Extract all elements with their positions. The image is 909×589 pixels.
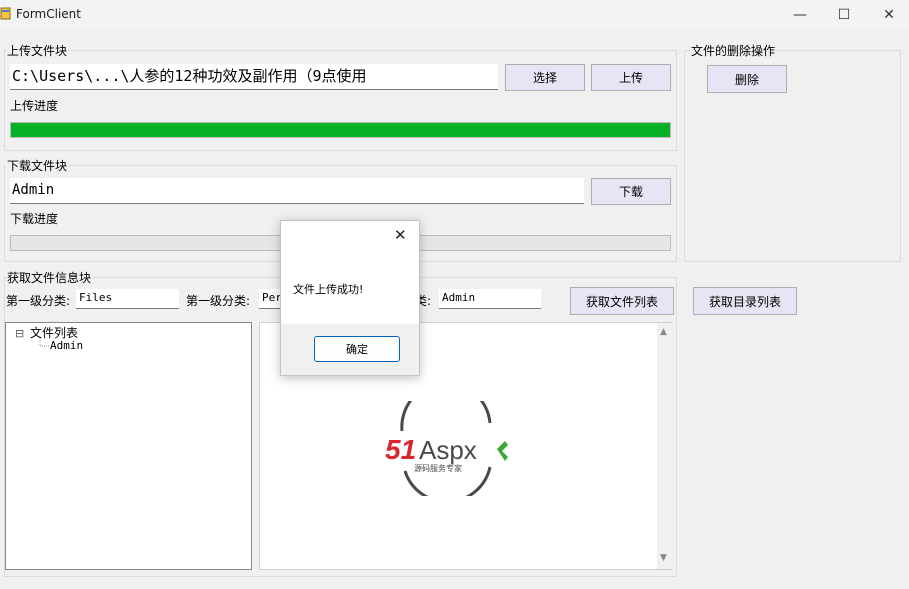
level3-input[interactable]: Admin xyxy=(439,289,541,309)
file-tree[interactable]: ⊟ 文件列表 Admin xyxy=(5,322,252,570)
level1-label: 第一级分类: xyxy=(6,294,71,308)
window-title: FormClient xyxy=(16,7,81,21)
download-file-input[interactable]: Admin xyxy=(10,178,584,204)
title-bar: FormClient — ☐ ✕ xyxy=(0,0,909,30)
maximize-button[interactable]: ☐ xyxy=(821,0,867,30)
delete-group-label: 文件的删除操作 xyxy=(690,42,777,59)
dialog-footer: 确定 xyxy=(281,324,419,375)
download-group-label: 下载文件块 xyxy=(6,157,69,174)
level1-input[interactable]: Files xyxy=(76,289,179,309)
upload-group-label: 上传文件块 xyxy=(6,42,69,59)
upload-path-input[interactable]: C:\Users\...\人参的12种功效及副作用（9点使用 xyxy=(10,64,498,90)
select-file-button[interactable]: 选择 xyxy=(505,64,585,91)
message-dialog: ✕ 文件上传成功! 确定 xyxy=(280,220,420,376)
logo-text-aspx: Aspx xyxy=(419,435,477,465)
delete-button[interactable]: 删除 xyxy=(707,65,787,93)
dialog-close-icon[interactable]: ✕ xyxy=(394,226,407,244)
logo-subtitle: 源码服务专家 xyxy=(414,463,462,473)
dialog-titlebar: ✕ xyxy=(281,221,419,251)
tree-item[interactable]: Admin xyxy=(50,339,83,352)
level2-label: 第一级分类: xyxy=(186,294,251,308)
scroll-up-icon[interactable]: ▲ xyxy=(660,327,667,337)
download-progress-label: 下载进度 xyxy=(10,212,59,226)
logo-text-51: 51 xyxy=(385,434,416,465)
tree-connector xyxy=(39,338,49,347)
upload-progress-fill xyxy=(11,123,670,137)
download-button[interactable]: 下载 xyxy=(591,178,671,205)
maximize-icon: ☐ xyxy=(837,7,851,23)
minimize-icon: — xyxy=(793,7,807,23)
get-directory-list-button[interactable]: 获取目录列表 xyxy=(693,287,797,315)
minimize-button[interactable]: — xyxy=(777,0,823,30)
dialog-message: 文件上传成功! xyxy=(293,283,364,296)
logo-51aspx: 51 Aspx 源码服务专家 xyxy=(385,401,508,496)
info-group-label: 获取文件信息块 xyxy=(6,269,93,286)
close-button[interactable]: ✕ xyxy=(866,0,909,30)
ok-button[interactable]: 确定 xyxy=(314,336,400,362)
scroll-down-icon[interactable]: ▼ xyxy=(660,553,667,563)
logo-x-mark xyxy=(497,441,508,461)
close-icon: ✕ xyxy=(883,7,895,23)
upload-progress-bar xyxy=(10,122,671,138)
upload-progress-label: 上传进度 xyxy=(10,99,59,113)
get-file-list-button[interactable]: 获取文件列表 xyxy=(570,287,674,315)
app-icon xyxy=(0,7,11,20)
upload-button[interactable]: 上传 xyxy=(591,64,671,91)
vertical-scrollbar[interactable]: ▲ ▼ xyxy=(657,323,673,569)
